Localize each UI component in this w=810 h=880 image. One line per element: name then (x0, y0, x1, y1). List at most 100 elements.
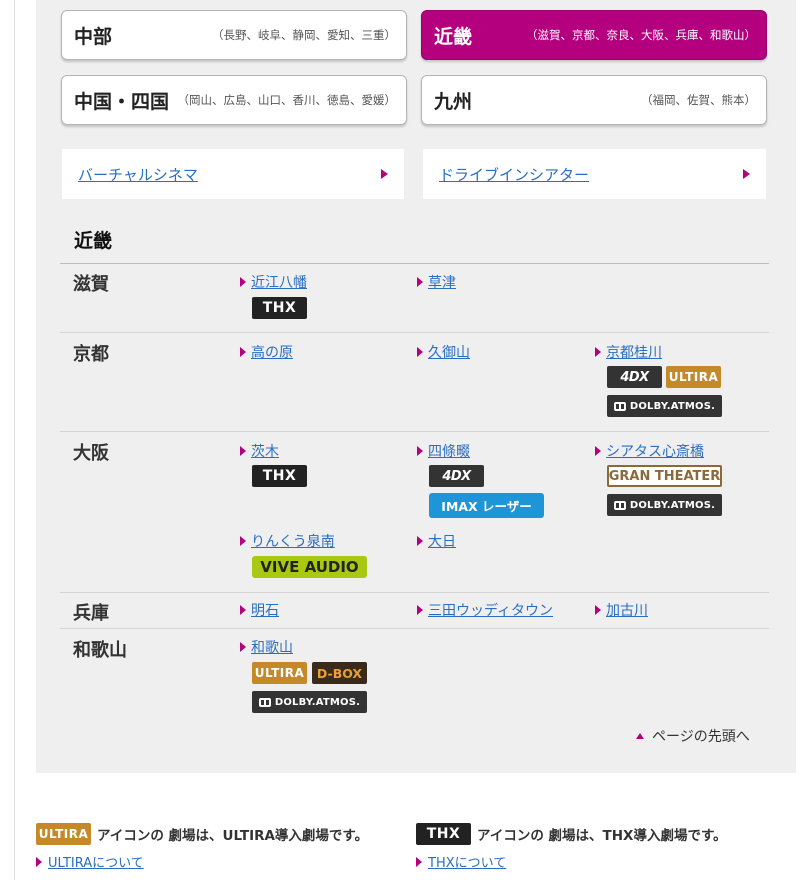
theater-item[interactable]: 草津 (417, 272, 456, 292)
arrow-right-icon (417, 347, 423, 357)
theater-link[interactable]: 加古川 (606, 600, 648, 620)
region-prefectures: （福岡、佐賀、熊本） (641, 93, 756, 107)
theater-link[interactable]: シアタス心斎橋 (606, 441, 704, 461)
divider (60, 431, 769, 432)
vive-audio-badge: VIVE AUDIO (252, 556, 367, 578)
theater-item[interactable]: 加古川 (595, 600, 648, 620)
region-prefectures: （滋賀、京都、奈良、大阪、兵庫、和歌山） (526, 28, 756, 42)
region-prefectures: （長野、岐阜、静岡、愛知、三重） (212, 28, 396, 42)
prefecture-label: 滋賀 (73, 274, 109, 295)
arrow-right-icon (240, 446, 246, 456)
dolby-atmos-badge: DOLBY.ATMOS. (252, 691, 367, 713)
arrow-right-icon (240, 347, 246, 357)
arrow-right-icon (240, 642, 246, 652)
ultira-legend: ULTIRA アイコンの 劇場は、ULTIRA導入劇場です。 (36, 823, 368, 845)
d-box-badge: D-BOX (312, 662, 367, 684)
legend-text: アイコンの 劇場は、THX導入劇場です。 (477, 828, 727, 844)
arrow-right-icon (381, 169, 388, 179)
thx-badge: THX (252, 297, 307, 319)
ultira-info-link[interactable]: ULTIRAについて (48, 852, 144, 871)
arrow-right-icon (417, 446, 423, 456)
theater-link[interactable]: 茨木 (251, 441, 279, 461)
drive-in-theater-link[interactable]: ドライブインシアター (439, 164, 589, 185)
ultira-badge: ULTIRA (252, 662, 307, 684)
theater-link[interactable]: 三田ウッディタウン (428, 600, 553, 620)
region-button-chubu[interactable]: 中部 （長野、岐阜、静岡、愛知、三重） (61, 10, 407, 60)
4dx-badge: 4DX (429, 465, 484, 487)
4dx-badge: 4DX (607, 366, 662, 388)
thx-legend: THX アイコンの 劇場は、THX導入劇場です。 (416, 823, 727, 845)
arrow-right-icon (417, 277, 423, 287)
theater-link[interactable]: 京都桂川 (606, 342, 662, 362)
theater-item[interactable]: 三田ウッディタウン (417, 600, 553, 620)
region-button-kyushu[interactable]: 九州 （福岡、佐賀、熊本） (421, 75, 767, 125)
arrow-up-icon (636, 733, 644, 739)
theater-item[interactable]: 高の原 (240, 342, 293, 362)
theater-item[interactable]: 近江八幡 (240, 272, 307, 292)
virtual-cinema-link-box[interactable]: バーチャルシネマ (62, 149, 404, 199)
theater-item[interactable]: 四條畷 (417, 441, 470, 461)
theater-item[interactable]: シアタス心斎橋 (595, 441, 704, 461)
ultira-badge: ULTIRA (36, 823, 91, 845)
dolby-icon (613, 500, 626, 510)
theater-link[interactable]: 久御山 (428, 342, 470, 362)
thx-info-link[interactable]: THXについて (428, 852, 506, 871)
dolby-atmos-badge: DOLBY.ATMOS. (607, 395, 722, 417)
prefecture-label: 京都 (73, 344, 109, 365)
ultira-info-link-item[interactable]: ULTIRAについて (36, 852, 144, 871)
arrow-right-icon (417, 536, 423, 546)
dolby-icon (613, 401, 626, 411)
dolby-label: DOLBY.ATMOS. (629, 400, 716, 412)
section-title: 近畿 (74, 230, 113, 252)
theater-link[interactable]: 近江八幡 (251, 272, 307, 292)
divider (60, 332, 769, 333)
dolby-label: DOLBY.ATMOS. (629, 499, 716, 511)
theater-link[interactable]: 明石 (251, 600, 279, 620)
theater-item[interactable]: 久御山 (417, 342, 470, 362)
theater-link[interactable]: りんくう泉南 (251, 531, 335, 551)
divider (60, 592, 769, 593)
drive-in-theater-link-box[interactable]: ドライブインシアター (423, 149, 766, 199)
legend-text: アイコンの 劇場は、ULTIRA導入劇場です。 (97, 828, 369, 844)
dolby-icon (258, 697, 271, 707)
thx-info-link-item[interactable]: THXについて (416, 852, 506, 871)
theater-link[interactable]: 四條畷 (428, 441, 470, 461)
divider (60, 263, 769, 264)
theater-item[interactable]: 茨木 (240, 441, 279, 461)
region-button-kinki[interactable]: 近畿 （滋賀、京都、奈良、大阪、兵庫、和歌山） (421, 10, 767, 60)
theater-item[interactable]: 大日 (417, 531, 456, 551)
page-left-border (14, 0, 15, 880)
thx-badge: THX (252, 465, 307, 487)
page-top-link[interactable]: ページの先頭へ (636, 726, 750, 746)
arrow-right-icon (595, 605, 601, 615)
region-name: 中部 (74, 25, 113, 48)
prefecture-label: 和歌山 (73, 640, 127, 661)
divider (60, 628, 769, 629)
theater-link[interactable]: 大日 (428, 531, 456, 551)
theater-item[interactable]: りんくう泉南 (240, 531, 335, 551)
page-top-label: ページの先頭へ (652, 729, 750, 745)
region-name: 中国・四国 (74, 90, 170, 113)
arrow-right-icon (417, 605, 423, 615)
dolby-label: DOLBY.ATMOS. (274, 696, 361, 708)
arrow-right-icon (595, 347, 601, 357)
arrow-right-icon (416, 856, 422, 867)
prefecture-label: 大阪 (73, 443, 109, 464)
region-prefectures: （岡山、広島、山口、香川、徳島、愛媛） (177, 93, 397, 107)
arrow-right-icon (36, 856, 42, 867)
theater-link[interactable]: 和歌山 (251, 637, 293, 657)
region-button-chugoku-shikoku[interactable]: 中国・四国 （岡山、広島、山口、香川、徳島、愛媛） (61, 75, 407, 125)
arrow-right-icon (240, 605, 246, 615)
virtual-cinema-link[interactable]: バーチャルシネマ (78, 164, 198, 185)
arrow-right-icon (240, 536, 246, 546)
theater-link[interactable]: 草津 (428, 272, 456, 292)
region-name: 九州 (434, 90, 473, 113)
imax-laser-badge: IMAX レーザー (429, 493, 544, 518)
theater-item[interactable]: 和歌山 (240, 637, 293, 657)
theater-link[interactable]: 高の原 (251, 342, 293, 362)
arrow-right-icon (743, 169, 750, 179)
region-name: 近畿 (434, 25, 473, 48)
theater-item[interactable]: 明石 (240, 600, 279, 620)
theater-item[interactable]: 京都桂川 (595, 342, 662, 362)
ultira-badge: ULTIRA (666, 366, 721, 388)
